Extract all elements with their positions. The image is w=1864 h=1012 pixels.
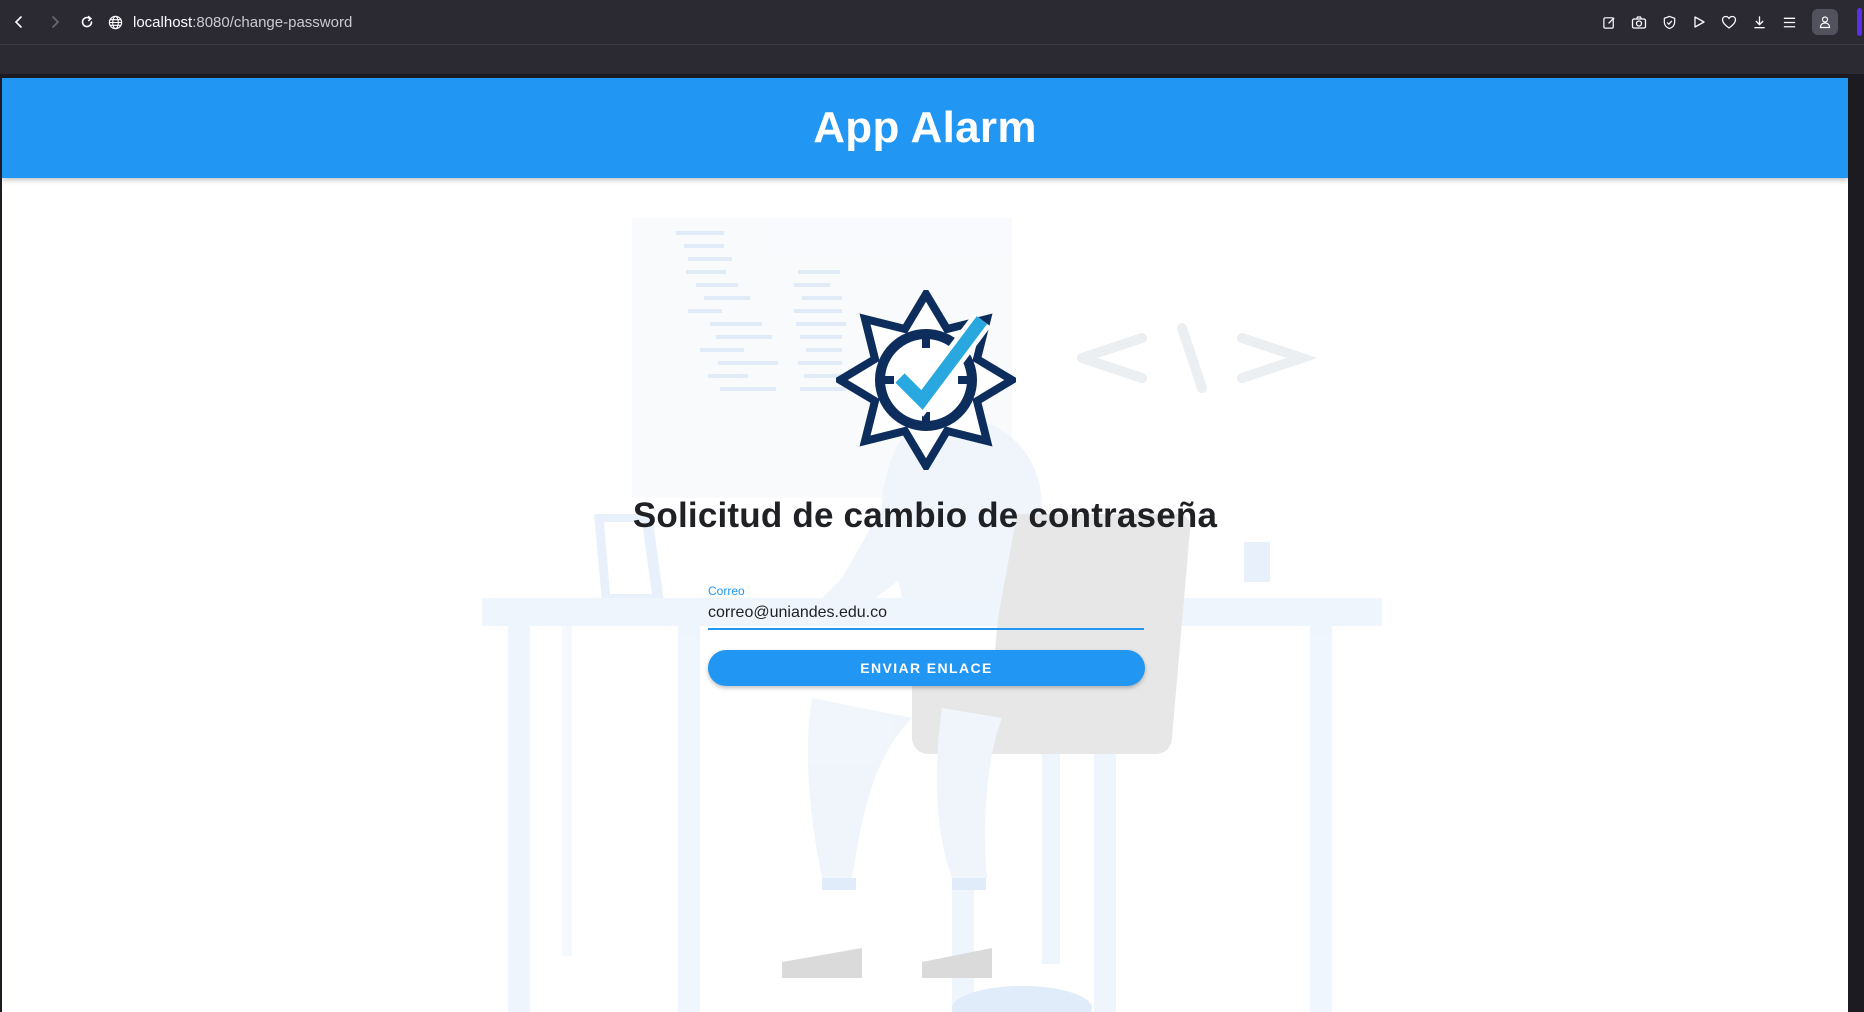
back-arrow-icon[interactable] [2, 5, 36, 39]
camera-icon[interactable] [1628, 7, 1650, 37]
forward-arrow-icon[interactable] [38, 5, 72, 39]
email-field-label: Correo [708, 584, 745, 598]
send-link-button[interactable]: ENVIAR ENLACE [708, 650, 1145, 686]
email-field: Correo [706, 582, 1144, 630]
edit-page-icon[interactable] [1598, 7, 1620, 37]
play-icon[interactable] [1688, 7, 1710, 37]
reload-icon[interactable] [70, 5, 104, 39]
page-viewport: App Alarm Solicitud de cambio de contras… [2, 78, 1848, 1012]
browser-toolbar: localhost:8080/change-password [0, 0, 1864, 44]
globe-icon [108, 15, 123, 30]
browser-actions [1598, 7, 1838, 37]
app-title: App Alarm [813, 103, 1037, 152]
heart-icon[interactable] [1718, 7, 1740, 37]
download-icon[interactable] [1748, 7, 1770, 37]
alarm-check-logo-icon [836, 290, 1016, 470]
page-title: Solicitud de cambio de contraseña [632, 496, 1218, 535]
address-bar[interactable]: localhost:8080/change-password [108, 7, 352, 37]
url-host: localhost [133, 13, 193, 31]
bookmarks-toolbar [0, 44, 1864, 74]
email-field-underline [708, 628, 1144, 630]
main-content: Solicitud de cambio de contraseña Correo… [2, 178, 1848, 1012]
account-icon[interactable] [1812, 9, 1838, 35]
shield-icon[interactable] [1658, 7, 1680, 37]
window-edge [1848, 78, 1864, 1012]
email-input[interactable] [708, 600, 1142, 626]
menu-icon[interactable] [1778, 7, 1800, 37]
app-header: App Alarm [2, 78, 1848, 178]
sidebar-accent [1857, 8, 1862, 36]
url-path: :8080/change-password [192, 13, 353, 31]
